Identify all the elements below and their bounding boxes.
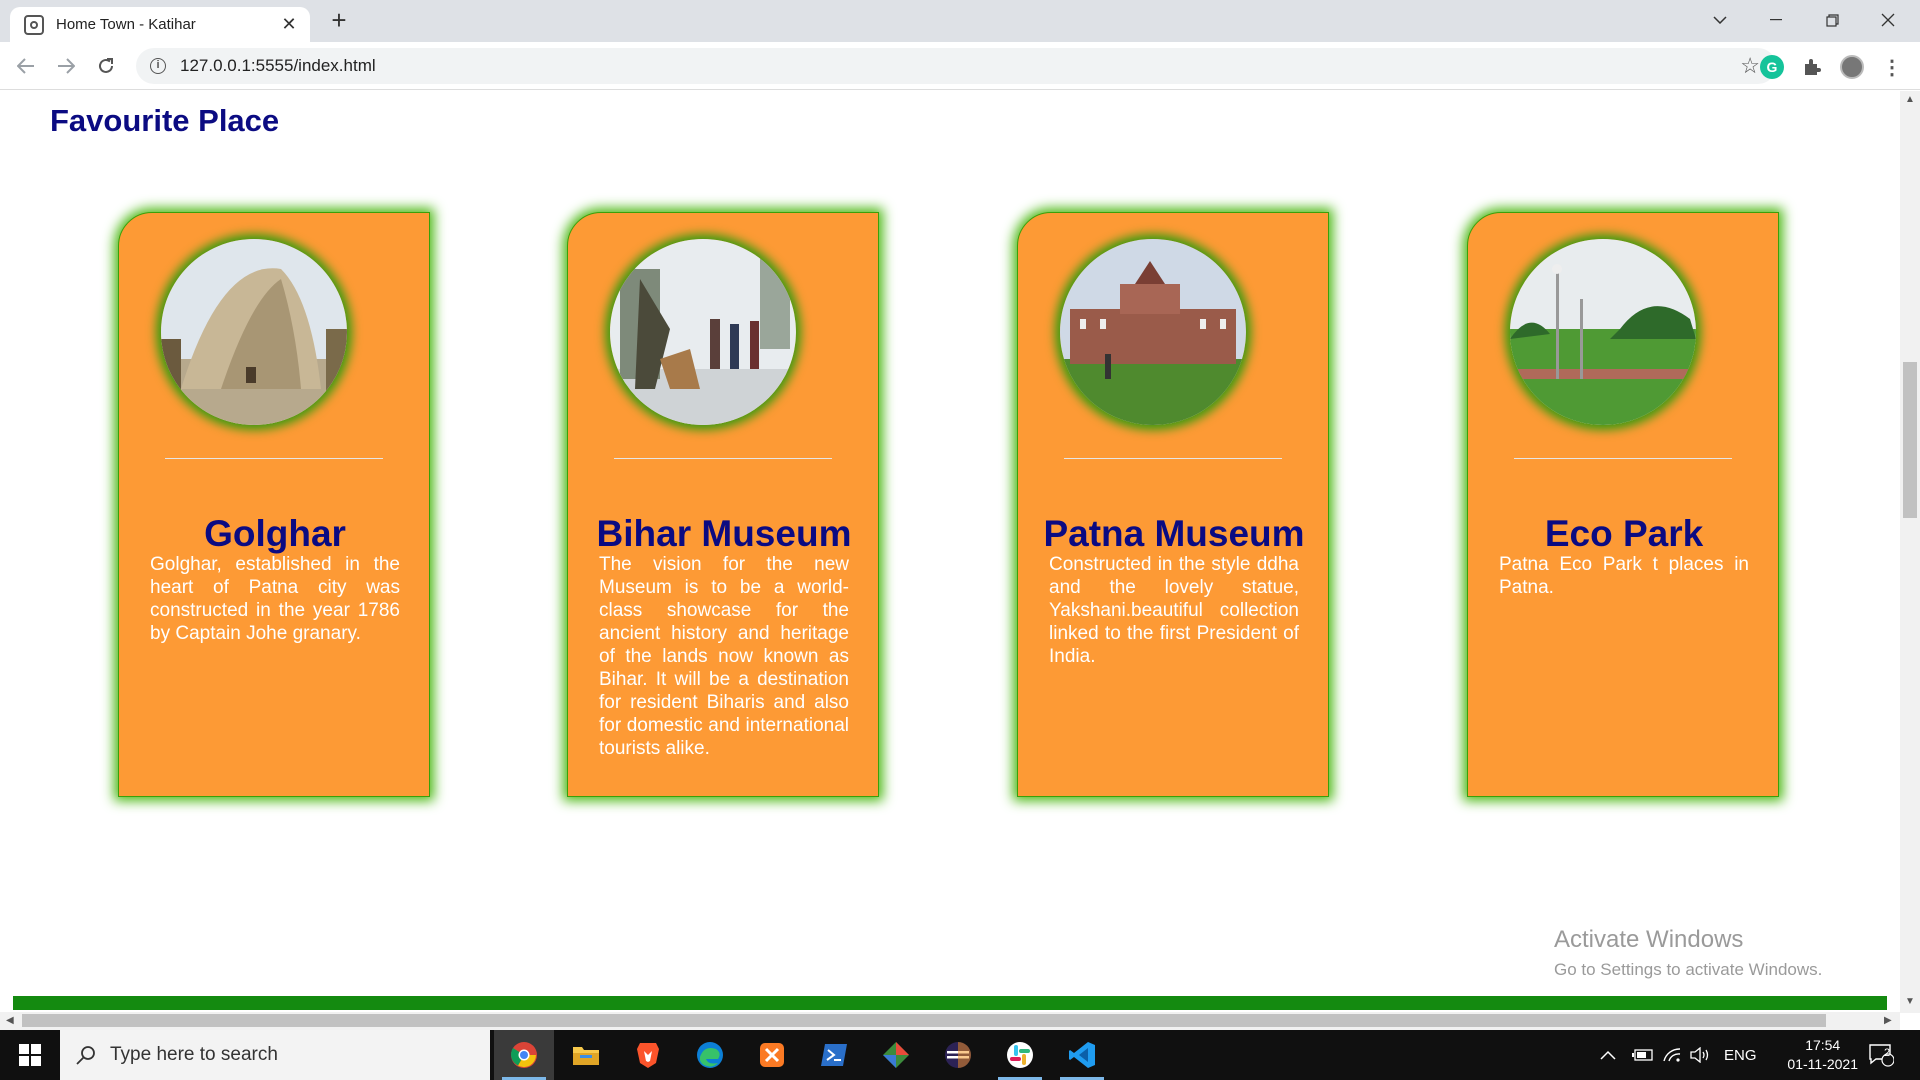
footer-green-bar [13,996,1887,1010]
card-title: Eco Park [1544,513,1704,554]
profile-avatar[interactable] [1840,55,1864,79]
grammarly-extension-icon[interactable]: G [1760,55,1784,79]
place-card-eco-park: Eco Park Patna Eco Park t places in Patn… [1467,212,1779,797]
tab-search-chevron-icon[interactable] [1692,0,1748,40]
tab-close-icon[interactable]: ✕ [278,14,300,35]
back-arrow-icon[interactable] [10,50,42,82]
git-tool-icon[interactable] [866,1030,926,1080]
card-title: Patna Museum [1043,513,1305,554]
vertical-scroll-thumb[interactable] [1903,362,1917,518]
battery-icon[interactable] [1632,1030,1654,1080]
place-card-patna-museum: Patna Museum Constructed in the style dd… [1017,212,1329,797]
golghar-photo [161,239,347,425]
site-info-icon[interactable]: i [150,58,166,74]
extensions-puzzle-icon[interactable] [1800,55,1824,79]
xampp-icon[interactable] [742,1030,802,1080]
page-viewport: Favourite Place Golghar Golghar, establi… [0,91,1900,1013]
windows-taskbar: Type here to search ENG 17:54 01-11-2021… [0,1030,1920,1080]
watermark-line2: Go to Settings to activate Windows. [1554,960,1823,979]
url-bar[interactable]: i 127.0.0.1:5555/index.html ☆ [136,48,1776,84]
card-divider [614,458,832,459]
bookmark-star-icon[interactable]: ☆ [1740,53,1760,79]
eclipse-ide-icon[interactable] [928,1030,988,1080]
card-description: Patna Eco Park t places in Patna. [1499,554,1749,598]
windows-start-icon[interactable] [0,1030,60,1080]
card-divider [1514,458,1732,459]
card-title: Golghar [204,513,346,554]
volume-icon[interactable] [1690,1030,1712,1080]
powershell-icon[interactable] [804,1030,864,1080]
edge-browser-icon[interactable] [680,1030,740,1080]
reload-icon[interactable] [90,50,122,82]
scroll-right-arrow-icon[interactable]: ▶ [1884,1015,1892,1026]
card-divider [165,458,383,459]
close-window-icon[interactable] [1860,0,1916,40]
brave-browser-icon[interactable] [618,1030,678,1080]
menu-kebab-icon[interactable]: ⋮ [1880,55,1904,79]
minimize-icon[interactable] [1748,0,1804,40]
scroll-up-arrow-icon[interactable]: ▲ [1905,94,1915,105]
chrome-taskbar-icon[interactable] [494,1030,554,1080]
card-divider [1064,458,1282,459]
horizontal-scroll-thumb[interactable] [22,1014,1826,1027]
new-tab-button[interactable]: + [325,7,353,35]
card-description: Golghar, established in the heart of Pat… [150,554,400,644]
place-card-golghar: Golghar Golghar, established in the hear… [118,212,430,797]
slack-icon[interactable] [990,1030,1050,1080]
forward-arrow-icon[interactable] [50,50,82,82]
restore-icon[interactable] [1804,0,1860,40]
scroll-left-arrow-icon[interactable]: ◀ [6,1015,14,1026]
notification-count: 2 [1884,1047,1891,1059]
card-description: Constructed in the style ddha and the lo… [1049,554,1299,667]
tab-title: Home Town - Katihar [56,16,196,33]
clock-time: 17:54 [1805,1037,1841,1053]
language-indicator[interactable]: ENG [1724,1030,1757,1080]
card-description: The vision for the new Museum is to be a… [599,554,849,759]
wifi-icon[interactable] [1662,1030,1682,1080]
taskbar-clock[interactable]: 17:54 01-11-2021 [1787,1036,1858,1074]
watermark-line1: Activate Windows [1554,926,1744,953]
browser-tab[interactable]: Home Town - Katihar ✕ [10,7,310,42]
activate-windows-watermark: Activate Windows Go to Settings to activ… [1554,926,1822,980]
tray-overflow-chevron-icon[interactable] [1600,1030,1616,1080]
url-text[interactable]: 127.0.0.1:5555/index.html [180,56,376,76]
vertical-scrollbar[interactable] [1900,91,1920,1013]
address-toolbar: i 127.0.0.1:5555/index.html ☆ G ⋮ [0,42,1920,90]
vscode-icon[interactable] [1052,1030,1112,1080]
bihar-museum-photo [610,239,796,425]
card-title: Bihar Museum [596,513,852,554]
patna-museum-photo [1060,239,1246,425]
site-favicon-icon [24,14,44,35]
search-placeholder: Type here to search [110,1044,278,1065]
section-title: Favourite Place [50,103,280,138]
clock-date: 01-11-2021 [1787,1056,1858,1072]
notification-center-icon[interactable]: 2 [1868,1030,1894,1080]
file-explorer-icon[interactable] [556,1030,616,1080]
eco-park-photo [1510,239,1696,425]
taskbar-search-box[interactable]: Type here to search [60,1030,490,1080]
search-icon [76,1046,95,1065]
place-card-bihar-museum: Bihar Museum The vision for the new Muse… [567,212,879,797]
scroll-down-arrow-icon[interactable]: ▼ [1905,996,1915,1007]
browser-tab-strip: Home Town - Katihar ✕ + [0,0,1920,42]
